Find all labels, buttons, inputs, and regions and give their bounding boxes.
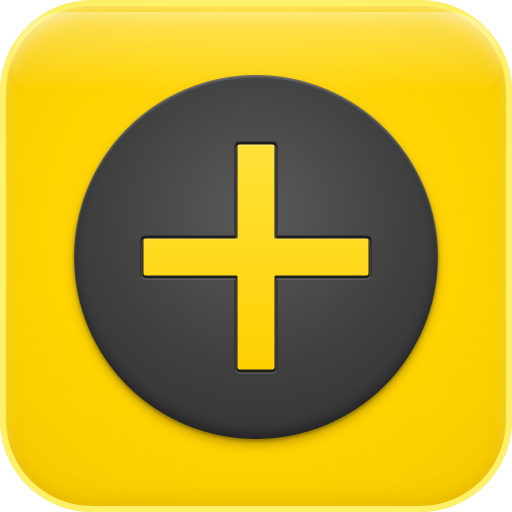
plus-icon (140, 141, 372, 374)
app-icon-canvas (0, 0, 512, 512)
app-icon-tile[interactable] (0, 0, 512, 512)
add-button[interactable] (74, 75, 438, 439)
